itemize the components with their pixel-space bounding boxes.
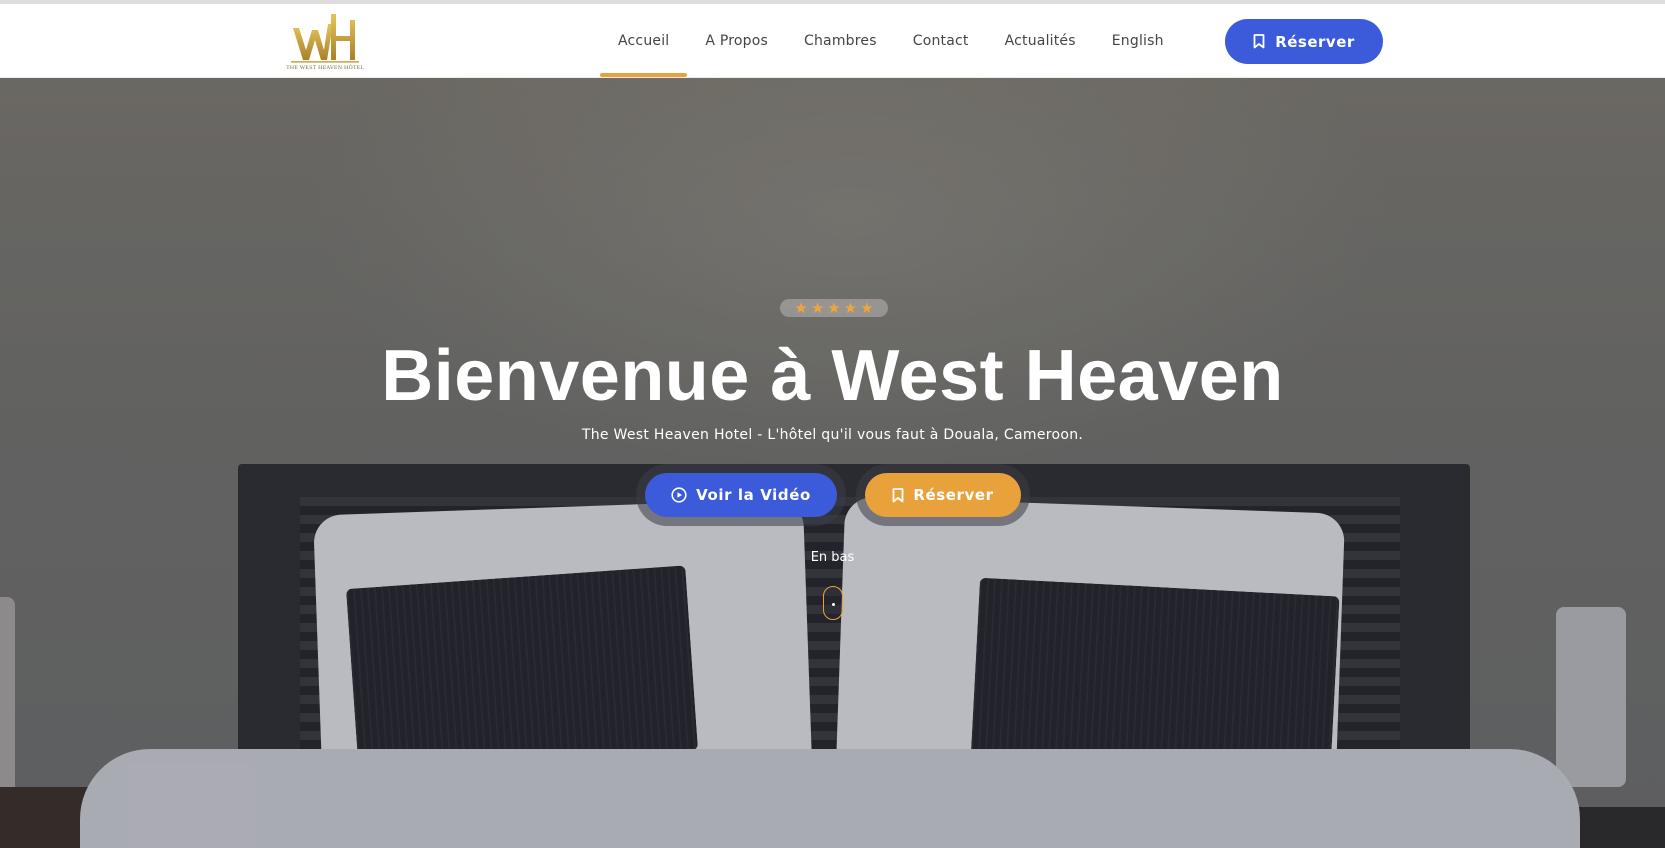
hero-reserve-button[interactable]: Réserver	[865, 473, 1021, 517]
hotel-logo[interactable]: THE WEST HEAVEN HÔTEL	[286, 10, 364, 74]
wh-logo-icon	[291, 14, 359, 63]
hero-section: ★ ★ ★ ★ ★ Bienvenue à West Heaven The We…	[0, 77, 1665, 848]
star-icon: ★	[860, 299, 874, 317]
star-icon: ★	[843, 299, 858, 317]
nav-item-chambres[interactable]: Chambres	[786, 4, 895, 77]
navbar: THE WEST HEAVEN HÔTEL Accueil A Propos C…	[0, 4, 1665, 78]
bookmark-icon	[892, 487, 904, 502]
book-button-wrapper: Réserver	[856, 464, 1030, 526]
video-button-wrapper: Voir la Vidéo	[636, 464, 846, 526]
star-icon: ★	[810, 299, 825, 317]
reserve-button[interactable]: Réserver	[1225, 19, 1383, 64]
scroll-down-label: En bas	[810, 550, 855, 565]
reserve-button-label: Réserver	[1275, 32, 1355, 51]
play-circle-icon	[671, 487, 687, 503]
hero-content: ★ ★ ★ ★ ★ Bienvenue à West Heaven The We…	[0, 77, 1665, 848]
bookmark-icon	[1253, 34, 1265, 49]
logo-text: THE WEST HEAVEN HÔTEL	[286, 65, 364, 71]
rating-stars: ★ ★ ★ ★ ★	[780, 299, 888, 317]
nav-item-english[interactable]: English	[1094, 4, 1182, 77]
nav-item-a-propos[interactable]: A Propos	[687, 4, 786, 77]
nav-item-actualites[interactable]: Actualités	[987, 4, 1094, 77]
main-navigation: Accueil A Propos Chambres Contact Actual…	[600, 4, 1182, 77]
watch-video-label: Voir la Vidéo	[696, 486, 811, 504]
hero-title: Bienvenue à West Heaven	[381, 336, 1284, 416]
star-icon: ★	[794, 299, 808, 317]
star-icon: ★	[827, 299, 841, 317]
mouse-wheel-dot	[831, 603, 835, 606]
nav-item-contact[interactable]: Contact	[895, 4, 987, 77]
watch-video-button[interactable]: Voir la Vidéo	[645, 473, 837, 517]
scroll-down-mouse-icon[interactable]	[823, 586, 843, 620]
hero-reserve-label: Réserver	[913, 486, 994, 504]
nav-item-accueil[interactable]: Accueil	[600, 4, 688, 77]
hero-subtitle: The West Heaven Hotel - L'hôtel qu'il vo…	[581, 427, 1084, 443]
